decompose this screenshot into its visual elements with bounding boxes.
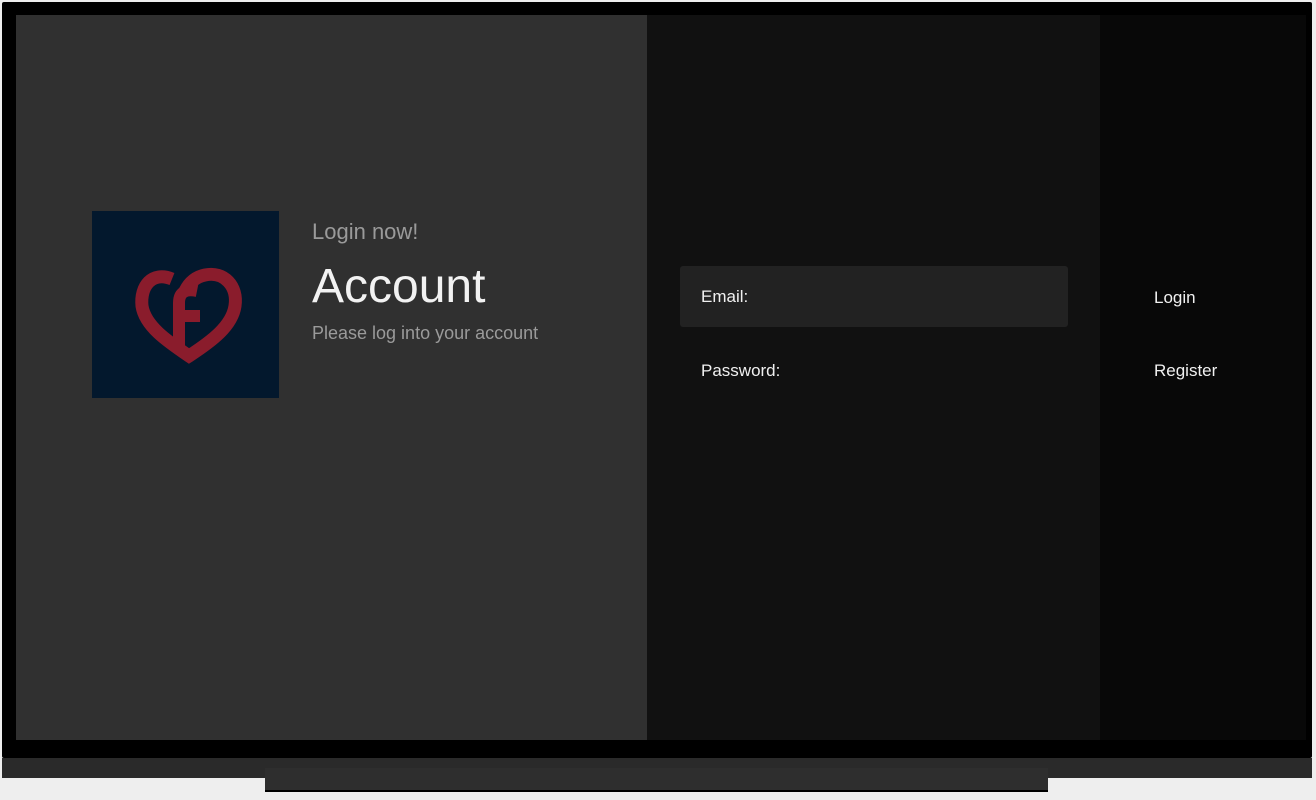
- heart-f-logo-icon: [135, 267, 242, 364]
- login-now-subtitle: Login now!: [312, 219, 419, 244]
- email-field[interactable]: Email:: [680, 266, 1068, 327]
- email-label: Email:: [701, 286, 749, 306]
- password-field[interactable]: Password:: [680, 340, 1068, 401]
- register-button[interactable]: Register: [1154, 361, 1217, 381]
- tv-stand-base: [265, 768, 1048, 792]
- app-logo: [92, 211, 279, 398]
- tv-screen: Login now! Account Please log into your …: [16, 15, 1306, 740]
- header-panel: Login now! Account Please log into your …: [16, 15, 647, 740]
- password-label: Password:: [701, 360, 781, 380]
- page-description: Please log into your account: [312, 323, 539, 343]
- tv-frame: Login now! Account Please log into your …: [2, 2, 1312, 758]
- login-button[interactable]: Login: [1154, 288, 1196, 308]
- page-title: Account: [312, 260, 486, 313]
